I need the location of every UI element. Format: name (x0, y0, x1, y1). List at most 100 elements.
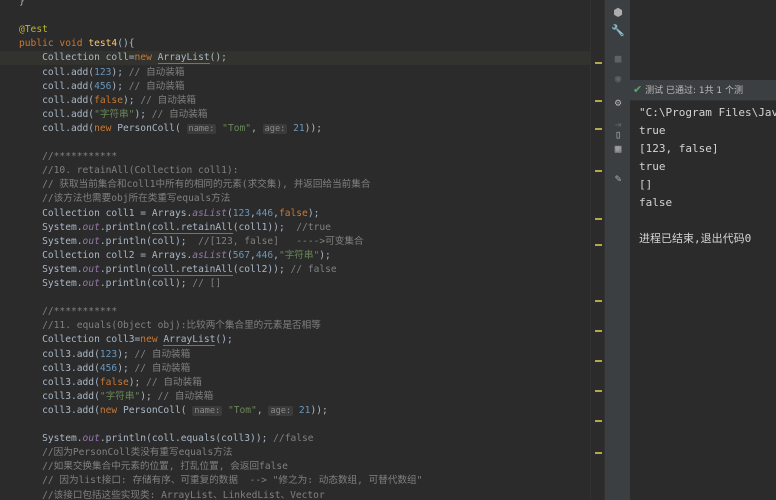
code-token: name: (192, 405, 223, 416)
warning-marker[interactable] (595, 100, 602, 102)
code-token: PersonColl( (117, 122, 187, 134)
warning-marker[interactable] (595, 218, 602, 220)
pin-icon[interactable]: ✎ (611, 172, 625, 186)
code-token: ); (111, 66, 129, 78)
warning-marker[interactable] (595, 300, 602, 302)
code-line[interactable]: coll.add(new PersonColl( name: "Tom", ag… (0, 122, 322, 136)
code-token: asList (192, 207, 227, 219)
code-line[interactable]: coll3.add("字符串"); // 自动装箱 (0, 390, 213, 404)
warning-marker[interactable] (595, 170, 602, 172)
code-line[interactable]: Collection coll3=new ArrayList(); (0, 333, 233, 347)
code-token: 446 (255, 207, 274, 219)
code-token: out (82, 278, 100, 289)
code-token: 456 (99, 362, 118, 374)
code-line[interactable]: System.out.println(coll.retainAll(coll2)… (0, 263, 337, 277)
code-line[interactable]: public void test4(){ (0, 37, 135, 51)
console-line: [123, false] (639, 142, 719, 155)
check-icon: ✔ (633, 83, 643, 96)
code-token: Collection coll= (19, 52, 135, 64)
code-token: "字符串" (94, 108, 135, 120)
code-line[interactable]: //*********** (0, 150, 117, 164)
code-token: // 自动装箱 (128, 80, 185, 92)
warning-marker[interactable] (595, 390, 602, 392)
code-line[interactable]: coll3.add(new PersonColl( name: "Tom", a… (0, 404, 328, 418)
code-token: coll.add( (19, 66, 95, 78)
code-line[interactable]: coll3.add(false); // 自动装箱 (0, 376, 202, 390)
code-line[interactable]: System.out.println(coll.equals(coll3)); … (0, 432, 314, 446)
code-token: (coll1)); (232, 221, 297, 233)
code-token: 123 (99, 348, 118, 360)
code-token: "字符串" (99, 390, 141, 402)
code-line[interactable]: //因为PersonColl类没有重写equals方法 (0, 446, 232, 460)
trash-icon[interactable]: ▯ (611, 128, 625, 142)
code-token: ); (134, 108, 152, 120)
code-line[interactable]: coll3.add(123); // 自动装箱 (0, 348, 190, 362)
code-token: new (99, 404, 123, 416)
code-token: coll.add( (19, 122, 95, 134)
layout-icon[interactable]: ▦ (611, 142, 625, 156)
code-line[interactable]: //*********** (0, 305, 117, 319)
camera-icon[interactable]: ◉ (611, 72, 625, 86)
code-line[interactable]: System.out.println(coll); // [] (0, 277, 221, 291)
code-token: (); (209, 52, 227, 64)
warning-marker[interactable] (595, 452, 602, 454)
code-token: coll.add( (19, 108, 95, 120)
warning-marker[interactable] (595, 128, 602, 130)
code-token: 123 (94, 66, 112, 78)
code-line[interactable] (0, 9, 19, 23)
test-status-bar: ✔ 测试 已通过: 1共 1 个测 (630, 80, 776, 101)
wrench-icon[interactable]: 🔧 (611, 24, 625, 38)
editor-error-stripe[interactable] (590, 0, 605, 500)
code-token: 567 (232, 249, 251, 261)
code-token: ); (319, 249, 331, 261)
code-line[interactable]: coll3.add(456); // 自动装箱 (0, 362, 190, 376)
code-line[interactable]: coll.add(456); // 自动装箱 (0, 80, 184, 94)
code-token: System. (19, 235, 83, 247)
code-line[interactable] (0, 418, 19, 432)
warning-marker[interactable] (595, 62, 602, 64)
code-token: 123 (232, 207, 251, 219)
console-line: true (639, 124, 666, 137)
code-line[interactable] (0, 291, 19, 305)
code-line[interactable]: coll.add("字符串"); // 自动装箱 (0, 108, 207, 122)
code-line[interactable]: //11. equals(Object obj):比较两个集合里的元素是否相等 (0, 319, 321, 333)
code-line[interactable]: coll.add(false); // 自动装箱 (0, 94, 196, 108)
code-line[interactable]: Collection coll2 = Arrays.asList(567,446… (0, 249, 331, 263)
gradle-icon[interactable]: ⬢ (611, 6, 625, 20)
code-line[interactable]: //10. retainAll(Collection coll1): (0, 164, 238, 178)
code-token: new (94, 122, 118, 134)
stop-icon[interactable]: ■ (611, 52, 625, 66)
code-line[interactable]: //该接口包括这些实现类: ArrayList、LinkedList、Vecto… (0, 489, 325, 500)
code-token: // [] (192, 278, 222, 289)
code-token: // 自动装箱 (134, 348, 191, 360)
warning-marker[interactable] (595, 244, 602, 246)
warning-marker[interactable] (595, 330, 602, 332)
code-line[interactable]: @Test (0, 23, 48, 37)
code-line[interactable]: } (0, 0, 25, 9)
code-token: new (140, 334, 164, 346)
code-line[interactable]: Collection coll1 = Arrays.asList(123,446… (0, 207, 319, 221)
settings-icon[interactable]: ⚙ (611, 96, 625, 110)
warning-marker[interactable] (595, 420, 602, 422)
code-token: //false (273, 433, 314, 445)
code-token: test4 (88, 38, 118, 50)
warning-marker[interactable] (595, 360, 602, 362)
code-token: false (99, 376, 129, 388)
code-line[interactable] (0, 136, 19, 150)
code-line[interactable]: coll.add(123); // 自动装箱 (0, 66, 184, 80)
code-line[interactable]: //如果交换集合中元素的位置, 打乱位置, 会返回false (0, 460, 288, 474)
code-token: Collection coll3= (19, 334, 141, 346)
code-token: System. (19, 263, 83, 275)
code-token: )); (310, 404, 328, 416)
code-line[interactable]: System.out.println(coll.retainAll(coll1)… (0, 221, 331, 235)
code-token: // 自动装箱 (128, 66, 185, 78)
console-line: "C:\Program Files\Jav (639, 106, 776, 119)
code-line[interactable]: //该方法也需要obj所在类重写equals方法 (0, 192, 230, 206)
code-line[interactable]: // 获取当前集合和coll1中所有的相同的元素(求交集), 并返回给当前集合 (0, 178, 370, 192)
code-editor[interactable]: } @Test public void test4(){ Collection co… (0, 0, 590, 500)
code-line[interactable]: // 因为list接口: 存储有序、可重复的数据 --> "修之为: 动态数组,… (0, 474, 422, 488)
code-token: System. (19, 221, 83, 233)
code-line[interactable]: System.out.println(coll); //[123, false]… (0, 235, 363, 249)
code-line[interactable]: Collection coll=new ArrayList(); (0, 51, 590, 66)
code-token: 21 (298, 404, 311, 416)
